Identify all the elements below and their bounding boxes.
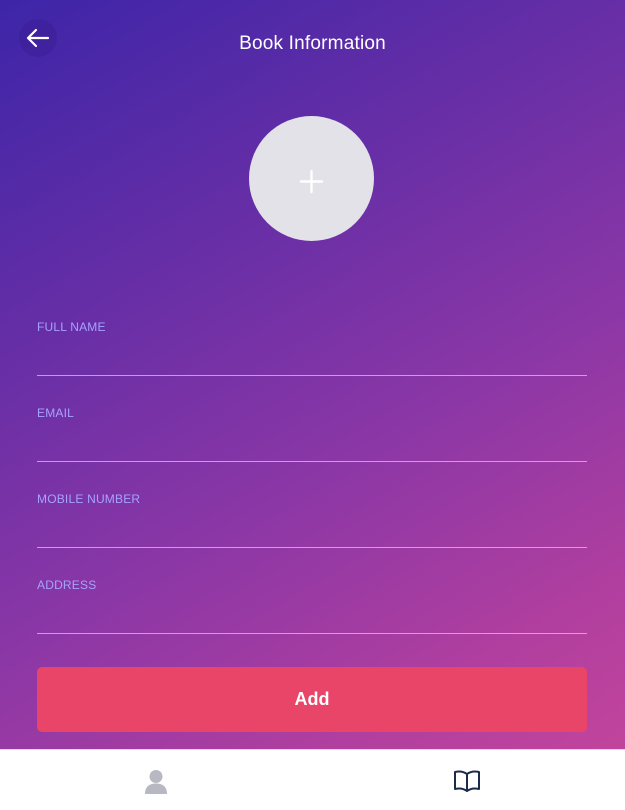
email-field: EMAIL <box>37 406 587 466</box>
email-input[interactable] <box>37 426 587 462</box>
full-name-input[interactable] <box>37 340 587 376</box>
tab-books[interactable] <box>312 750 624 810</box>
add-photo-button[interactable] <box>249 116 374 241</box>
page-title: Book Information <box>239 33 386 54</box>
address-label: ADDRESS <box>37 578 97 592</box>
address-field: ADDRESS <box>37 578 587 638</box>
email-label: EMAIL <box>37 406 75 420</box>
full-name-field: FULL NAME <box>37 320 587 380</box>
user-icon <box>145 770 167 794</box>
tab-profile[interactable] <box>0 750 312 810</box>
mobile-number-label: MOBILE NUMBER <box>37 492 141 506</box>
book-open-icon <box>454 770 480 792</box>
main-panel: Book Information FULL NAME EMAIL MOBILE … <box>0 0 625 749</box>
bottom-tab-bar <box>0 749 625 810</box>
address-input[interactable] <box>37 598 587 634</box>
mobile-number-field: MOBILE NUMBER <box>37 492 587 552</box>
book-information-screen: Book Information FULL NAME EMAIL MOBILE … <box>0 0 625 810</box>
full-name-label: FULL NAME <box>37 320 106 334</box>
plus-icon <box>299 169 324 194</box>
mobile-number-input[interactable] <box>37 512 587 548</box>
add-button[interactable]: Add <box>37 667 587 732</box>
